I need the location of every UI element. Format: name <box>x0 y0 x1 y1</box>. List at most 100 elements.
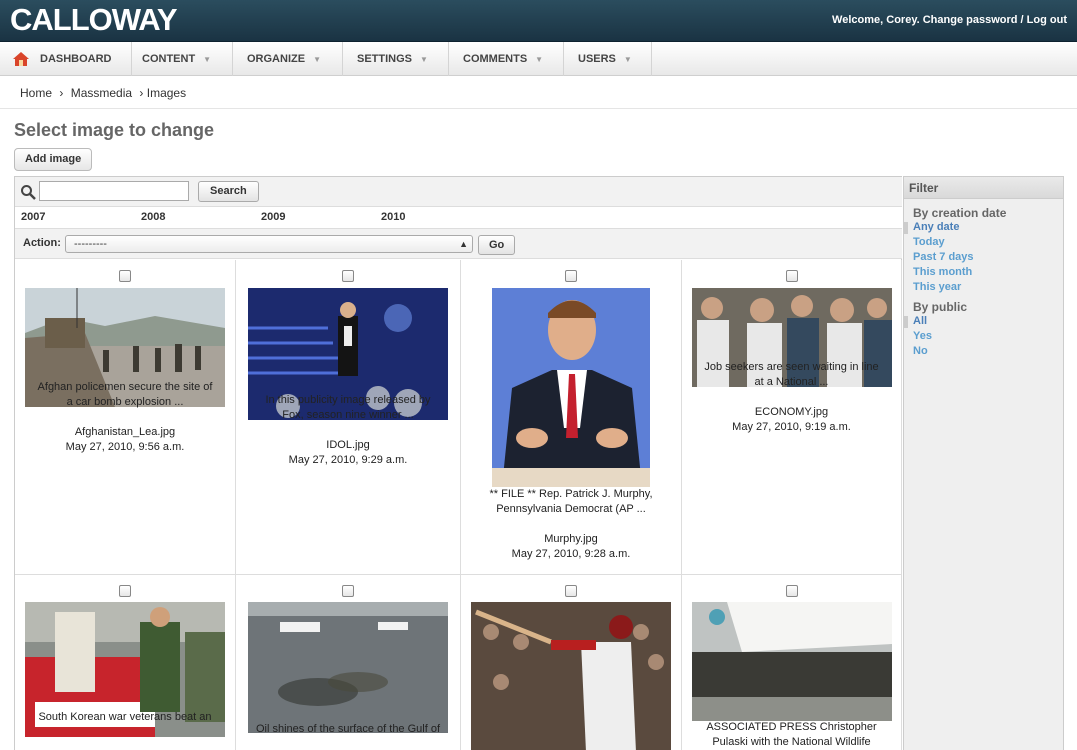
nav-settings[interactable]: SETTINGS ▼ <box>343 42 449 76</box>
row-checkbox[interactable] <box>565 585 577 597</box>
nav-settings-label: SETTINGS <box>357 53 413 65</box>
date-year-link[interactable]: 2007 <box>21 211 45 223</box>
nav-comments-label: COMMENTS <box>463 53 528 65</box>
caption-line: at a National ... <box>754 376 829 388</box>
nav-content-label: CONTENT <box>142 53 196 65</box>
chevron-down-icon: ▼ <box>623 55 632 64</box>
image-caption: In this publicity image released by Fox,… <box>240 393 456 468</box>
search-icon <box>21 185 36 200</box>
nav-dashboard-label: DASHBOARD <box>40 53 112 65</box>
nav-organize[interactable]: ORGANIZE ▼ <box>233 42 343 76</box>
image-date: May 27, 2010, 9:19 a.m. <box>732 421 851 433</box>
grid-cell: Afghan policemen secure the site of a ca… <box>15 260 236 575</box>
row-checkbox[interactable] <box>119 270 131 282</box>
action-select-value: --------- <box>74 238 107 250</box>
breadcrumb: Home › Massmedia › Images <box>0 77 1077 109</box>
actions-bar: Action: --------- ▲ Go <box>15 229 902 259</box>
go-button[interactable]: Go <box>478 235 516 255</box>
row-checkbox[interactable] <box>565 270 577 282</box>
grid-cell: ASSOCIATED PRESS Christopher Pulaski wit… <box>682 575 902 750</box>
date-year-link[interactable]: 2010 <box>381 211 405 223</box>
breadcrumb-massmedia[interactable]: Massmedia <box>71 86 132 100</box>
nav-users-label: USERS <box>578 53 616 65</box>
filter-any-date[interactable]: Any date <box>913 221 959 233</box>
caption-line: Pulaski with the National Wildlife <box>712 736 871 748</box>
selected-marker <box>904 222 908 234</box>
image-filename[interactable]: Afghanistan_Lea.jpg <box>19 425 231 440</box>
image-filename[interactable]: Murphy.jpg <box>465 532 677 547</box>
thumbnail-image[interactable] <box>248 602 448 733</box>
nav-users[interactable]: USERS ▼ <box>564 42 652 76</box>
date-year-link[interactable]: 2008 <box>141 211 165 223</box>
image-caption: ASSOCIATED PRESS Christopher Pulaski wit… <box>686 720 897 750</box>
caption-line: Afghan policemen secure the site of <box>37 381 213 393</box>
nav-comments[interactable]: COMMENTS ▼ <box>449 42 564 76</box>
thumbnail-image[interactable] <box>692 602 892 721</box>
date-hierarchy: 2007 2008 2009 2010 <box>15 207 902 229</box>
nav-dashboard[interactable]: DASHBOARD <box>26 42 132 76</box>
grid-cell: Job seekers are seen waiting in line at … <box>682 260 902 575</box>
logo[interactable]: CALLOWAY <box>10 2 178 38</box>
chevron-down-icon: ▼ <box>313 55 321 64</box>
caption-line: South Korean war veterans beat an <box>38 711 212 723</box>
row-checkbox[interactable] <box>786 270 798 282</box>
thumbnail-baseball <box>471 602 671 750</box>
change-password-link[interactable]: Change password <box>923 14 1018 26</box>
row-checkbox[interactable] <box>342 585 354 597</box>
image-date: May 27, 2010, 9:56 a.m. <box>65 441 185 453</box>
filter-this-year[interactable]: This year <box>913 281 961 293</box>
row-checkbox[interactable] <box>786 585 798 597</box>
grid-cell: ** FILE ** Rep. Patrick J. Murphy, Penns… <box>461 260 682 575</box>
image-caption: ** FILE ** Rep. Patrick J. Murphy, Penns… <box>465 487 677 562</box>
grid-cell: In this publicity image released by Fox,… <box>236 260 461 575</box>
thumbnail-image[interactable] <box>492 288 650 487</box>
image-caption: Afghan policemen secure the site of a ca… <box>19 380 231 455</box>
thumbnail-oil <box>248 602 448 733</box>
filter-heading-date: By creation date <box>913 206 1007 220</box>
grid-cell: South Korean war veterans beat an <box>15 575 236 750</box>
filter-today[interactable]: Today <box>913 236 945 248</box>
thumbnail-image[interactable] <box>471 602 671 750</box>
logout-link[interactable]: Log out <box>1027 14 1067 26</box>
breadcrumb-current: › Images <box>139 86 187 100</box>
caption-line: ** FILE ** Rep. Patrick J. Murphy, <box>489 488 653 500</box>
date-year-link[interactable]: 2009 <box>261 211 285 223</box>
caption-line: Pennsylvania Democrat (AP ... <box>496 503 646 515</box>
filter-all[interactable]: All <box>913 315 927 327</box>
filter-title: Filter <box>904 177 1063 199</box>
breadcrumb-sep: › <box>59 86 64 100</box>
row-checkbox[interactable] <box>342 270 354 282</box>
filter-heading-public: By public <box>913 300 968 314</box>
nav-content[interactable]: CONTENT ▼ <box>128 42 233 76</box>
filter-past-7-days[interactable]: Past 7 days <box>913 251 974 263</box>
header-bar: CALLOWAY Welcome, Corey. Change password… <box>0 0 1077 42</box>
search-button[interactable]: Search <box>198 181 259 202</box>
filter-yes[interactable]: Yes <box>913 330 932 342</box>
filter-this-month[interactable]: This month <box>913 266 972 278</box>
caption-line: Oil shines of the surface of the Gulf of <box>255 723 441 735</box>
action-select[interactable]: --------- ▲ <box>65 235 473 253</box>
caption-line: ASSOCIATED PRESS Christopher <box>706 721 877 733</box>
caption-line: a car bomb explosion ... <box>66 396 184 408</box>
main-nav: DASHBOARD CONTENT ▼ ORGANIZE ▼ SETTINGS ▼ C… <box>0 42 1077 76</box>
caption-line: In this publicity image released by <box>265 394 431 406</box>
add-image-button[interactable]: Add image <box>14 148 93 171</box>
breadcrumb-home[interactable]: Home <box>20 86 52 100</box>
chevron-down-icon: ▼ <box>203 55 212 64</box>
filter-no[interactable]: No <box>913 345 928 357</box>
caption-line: Job seekers are seen waiting in line <box>704 361 879 373</box>
image-filename[interactable]: IDOL.jpg <box>240 438 456 453</box>
select-arrows-icon: ▲ <box>459 239 468 249</box>
row-checkbox[interactable] <box>119 585 131 597</box>
user-tools: Welcome, Corey. Change password / Log ou… <box>832 14 1067 26</box>
image-filename[interactable]: ECONOMY.jpg <box>686 405 897 420</box>
changelist: Search 2007 2008 2009 2010 Action: -----… <box>14 176 902 750</box>
chevron-down-icon: ▼ <box>535 55 544 64</box>
thumbnail-murphy <box>492 288 650 487</box>
user-tools-separator: / <box>1020 14 1024 26</box>
image-caption: South Korean war veterans beat an <box>19 710 231 725</box>
search-input[interactable] <box>39 181 189 201</box>
welcome-text: Welcome, Corey. <box>832 14 920 26</box>
image-caption: Oil shines of the surface of the Gulf of <box>240 722 456 737</box>
search-bar: Search <box>15 177 902 207</box>
